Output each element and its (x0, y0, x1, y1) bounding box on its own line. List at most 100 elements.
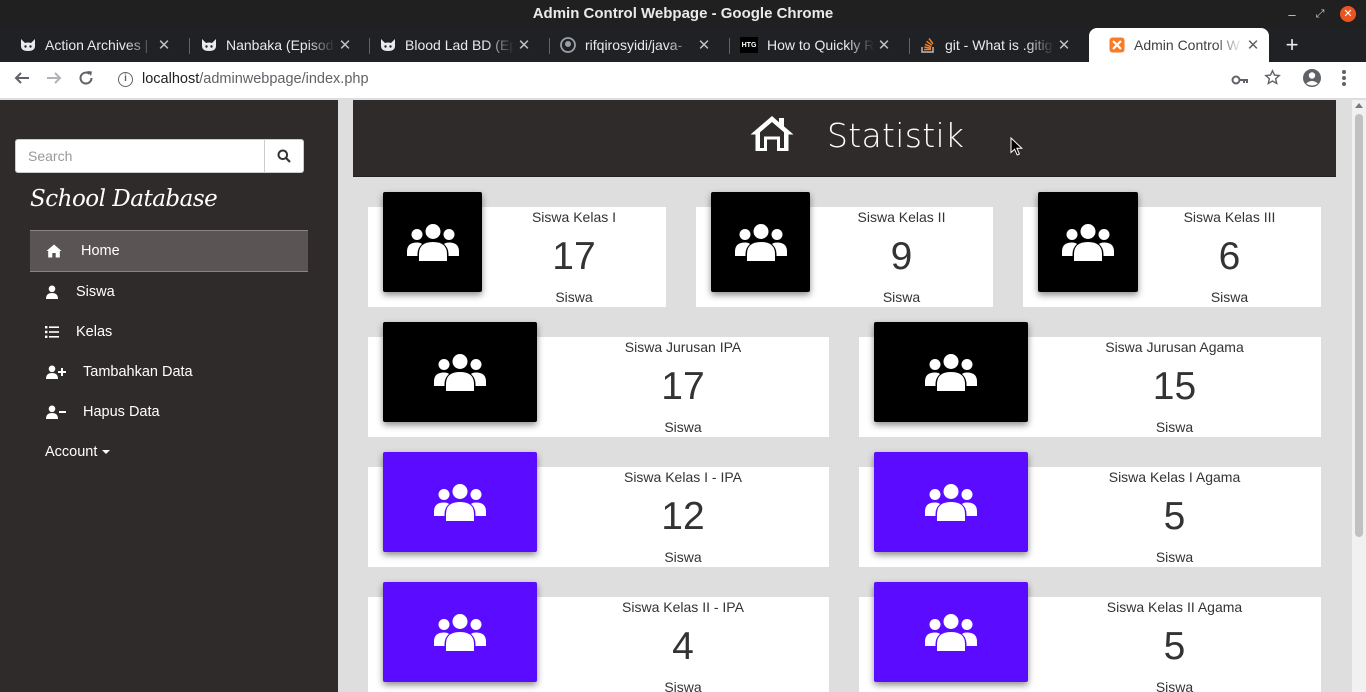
sidebar-item-siswa[interactable]: Siswa (30, 272, 308, 312)
search-icon (277, 149, 291, 163)
arrow-left-icon (14, 72, 29, 84)
tab-close-icon[interactable]: ✕ (874, 36, 894, 54)
tab-close-icon[interactable]: ✕ (514, 36, 534, 54)
search-button[interactable] (265, 139, 304, 173)
stat-value: 15 (1152, 365, 1197, 408)
tab-close-icon[interactable]: ✕ (154, 36, 174, 54)
github-icon (560, 37, 576, 53)
browser-tab[interactable]: Blood Lad BD (Ep ✕ (360, 28, 540, 62)
stat-label: Siswa Kelas II Agama (1106, 599, 1243, 615)
page-header: Statistik (353, 100, 1336, 177)
stat-unit: Siswa (555, 289, 593, 305)
search-input[interactable] (15, 139, 265, 173)
xampp-icon (1109, 37, 1125, 53)
scrollbar-thumb[interactable] (1355, 114, 1363, 537)
cat-icon (201, 37, 217, 53)
profile-button[interactable] (1300, 68, 1324, 92)
mouse-cursor-icon (1010, 137, 1024, 156)
account-circle-icon (1303, 69, 1321, 87)
stat-unit: Siswa (1155, 679, 1194, 692)
scroll-up-arrow[interactable] (1355, 103, 1363, 108)
stat-label: Siswa Jurusan Agama (1105, 339, 1244, 355)
tab-close-icon[interactable]: ✕ (1054, 36, 1074, 54)
browser-tab[interactable]: Nanbaka (Episod ✕ (181, 28, 361, 62)
site-info-icon[interactable]: i (118, 72, 133, 87)
address-url[interactable]: localhost/adminwebpage/index.php (142, 71, 369, 87)
star-icon (1263, 69, 1281, 85)
window-title-bar: Admin Control Webpage - Google Chrome (0, 0, 1366, 28)
browser-tab[interactable]: rifqirosyidi/java- ✕ (540, 28, 720, 62)
stat-unit: Siswa (1210, 289, 1249, 305)
group-users-icon (711, 192, 810, 292)
stat-card: Siswa Kelas I - IPA 12 Siswa (368, 452, 829, 567)
page-scrollbar[interactable] (1352, 100, 1366, 692)
stat-value: 17 (661, 365, 705, 408)
user-plus-icon (44, 365, 68, 379)
user-minus-icon (44, 405, 68, 419)
group-users-icon (383, 322, 537, 422)
cat-icon (20, 37, 36, 53)
caret-down-icon (102, 450, 111, 454)
browser-tab[interactable]: Action Archives | ✕ (0, 28, 180, 62)
bookmark-button[interactable] (1260, 68, 1284, 92)
stat-unit: Siswa (664, 679, 702, 692)
forward-button[interactable] (42, 68, 66, 92)
stat-value: 17 (552, 235, 596, 278)
menu-button[interactable] (1332, 68, 1356, 92)
password-key-button[interactable] (1228, 68, 1252, 92)
back-button[interactable] (10, 68, 34, 92)
url-host: localhost (142, 71, 200, 87)
stat-value: 6 (1218, 235, 1241, 278)
browser-tab-active[interactable]: Admin Control W ✕ (1089, 28, 1269, 62)
stat-value: 5 (1163, 625, 1186, 668)
home-icon (44, 244, 64, 258)
sidebar-item-hapus-data[interactable]: Hapus Data (30, 392, 308, 432)
group-users-icon (383, 582, 537, 682)
url-path: /adminwebpage/index.php (199, 71, 369, 87)
browser-toolbar: i localhost/adminwebpage/index.php (0, 62, 1366, 99)
stat-value: 9 (890, 235, 913, 278)
window-close-button[interactable]: ✕ (1340, 6, 1356, 22)
browser-tab[interactable]: git - What is .gitig ✕ (900, 28, 1080, 62)
brand-title: School Database (30, 186, 218, 212)
group-users-icon (383, 192, 482, 292)
htg-icon: HTG (740, 37, 758, 53)
reload-button[interactable] (74, 68, 98, 92)
page-viewport: School Database Home Siswa Kelas (0, 100, 1366, 692)
sidebar-item-label: Siswa (76, 284, 115, 300)
stat-label: Siswa Kelas II (857, 209, 946, 225)
stat-label: Siswa Kelas I Agama (1108, 469, 1241, 485)
window-controls: – ⤢ ✕ (1278, 0, 1356, 28)
maximize-button[interactable]: ⤢ (1306, 8, 1334, 21)
group-users-icon (1038, 192, 1138, 292)
search-form (15, 139, 304, 173)
stat-label: Siswa Jurusan IPA (624, 339, 742, 355)
browser-tab[interactable]: HTG How to Quickly R ✕ (720, 28, 900, 62)
stat-unit: Siswa (1155, 549, 1194, 565)
list-icon (42, 326, 62, 338)
tab-close-icon[interactable]: ✕ (335, 36, 355, 54)
stat-card: Siswa Kelas III 6 Siswa (1023, 192, 1321, 307)
stat-label: Siswa Kelas III (1183, 209, 1276, 225)
sidebar-item-kelas[interactable]: Kelas (30, 312, 308, 352)
stat-unit: Siswa (664, 419, 702, 435)
tab-close-icon[interactable]: ✕ (1243, 36, 1263, 54)
sidebar-item-tambahkan-data[interactable]: Tambahkan Data (30, 352, 308, 392)
new-tab-button[interactable]: + (1280, 28, 1304, 62)
arrow-right-icon (47, 72, 62, 84)
tab-close-icon[interactable]: ✕ (694, 36, 714, 54)
more-vertical-icon (1342, 70, 1346, 86)
account-dropdown[interactable]: Account (30, 432, 308, 472)
key-icon (1231, 75, 1248, 85)
group-users-icon (874, 322, 1028, 422)
stat-card: Siswa Kelas II - IPA 4 Siswa (368, 582, 829, 692)
minimize-button[interactable]: – (1278, 7, 1306, 22)
stat-card: Siswa Kelas II 9 Siswa (696, 192, 993, 307)
address-bar[interactable]: i localhost/adminwebpage/index.php (110, 65, 1290, 95)
group-users-icon (383, 452, 537, 552)
stat-label: Siswa Kelas II - IPA (622, 599, 744, 615)
group-users-icon (874, 582, 1028, 682)
sidebar-item-home[interactable]: Home (30, 230, 308, 272)
page-title: Statistik (827, 116, 965, 155)
stat-card: Siswa Kelas II Agama 5 Siswa (859, 582, 1321, 692)
